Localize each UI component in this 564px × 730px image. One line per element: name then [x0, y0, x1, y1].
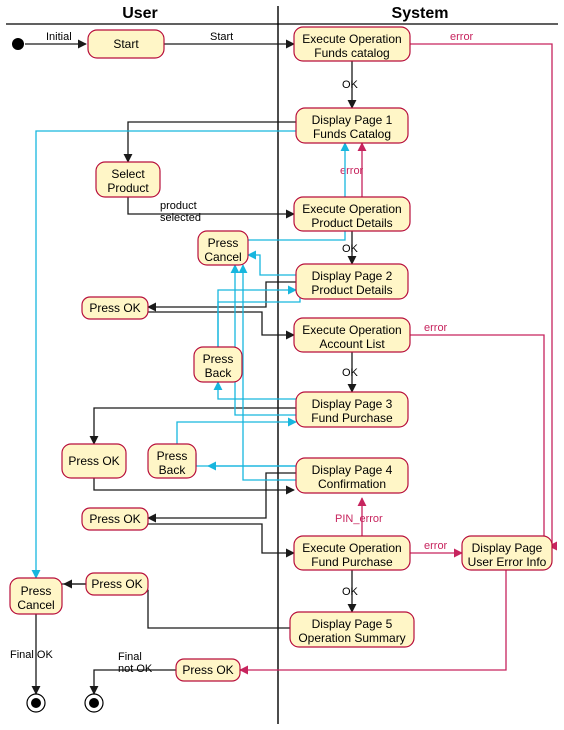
node-press-ok-4-label: Press OK: [91, 577, 142, 591]
node-press-back-1-l1: Press: [203, 352, 234, 366]
node-exec-catalog-l2: Funds catalog: [314, 46, 389, 60]
node-exec-details-l2: Product Details: [311, 216, 392, 230]
node-exec-purchase-l2: Fund Purchase: [311, 555, 393, 569]
node-press-back-2-l1: Press: [157, 449, 188, 463]
node-press-ok-3-label: Press OK: [89, 512, 140, 526]
node-display-p1-l1: Display Page 1: [312, 113, 393, 127]
node-press-ok-2-label: Press OK: [68, 454, 119, 468]
activity-diagram: User System Initial Start OK error produ…: [0, 0, 564, 730]
edge-pin-error: PIN_error: [335, 513, 383, 525]
node-press-ok-err-label: Press OK: [182, 663, 233, 677]
node-display-error-l2: User Error Info: [468, 555, 547, 569]
swimlane-user-title: User: [122, 5, 158, 22]
node-display-p4-l2: Confirmation: [318, 477, 386, 491]
node-exec-catalog-l1: Execute Operation: [302, 32, 401, 46]
node-display-p4-l1: Display Page 4: [312, 463, 393, 477]
node-select-product-l2: Product: [107, 181, 149, 195]
edge-final-ok: Final OK: [10, 649, 53, 661]
node-display-p1-l2: Funds Catalog: [313, 127, 391, 141]
node-display-p3-l2: Fund Purchase: [311, 411, 393, 425]
node-display-p5-l1: Display Page 5: [312, 617, 393, 631]
edge-ok-4: OK: [342, 586, 359, 598]
node-display-p2-l2: Product Details: [311, 283, 392, 297]
node-display-p2-l1: Display Page 2: [312, 269, 393, 283]
node-exec-acct-l1: Execute Operation: [302, 323, 401, 337]
edge-prodsel-2: selected: [160, 212, 201, 224]
node-select-product-l1: Select: [111, 167, 145, 181]
edge-prodsel-1: product: [160, 200, 197, 212]
edge-error-1: error: [450, 31, 474, 43]
edge-start: Start: [210, 31, 233, 43]
node-press-cancel-1-l1: Press: [208, 236, 239, 250]
edge-initial: Initial: [46, 31, 72, 43]
node-start-label: Start: [113, 37, 139, 51]
node-exec-details-l1: Execute Operation: [302, 202, 401, 216]
node-display-error-l1: Display Page: [472, 541, 543, 555]
node-press-back-1-l2: Back: [205, 366, 233, 380]
edge-error-3: error: [424, 322, 448, 334]
edge-error-2: error: [340, 165, 364, 177]
node-press-cancel-1-l2: Cancel: [204, 250, 241, 264]
edge-ok-1: OK: [342, 79, 359, 91]
node-display-p3-l1: Display Page 3: [312, 397, 393, 411]
node-press-cancel-2-l1: Press: [21, 584, 52, 598]
node-exec-purchase-l1: Execute Operation: [302, 541, 401, 555]
node-exec-acct-l2: Account List: [319, 337, 385, 351]
node-display-p5-l2: Operation Summary: [298, 631, 405, 645]
edge-finalnot-1: Final: [118, 651, 142, 663]
swimlane-system-title: System: [392, 5, 449, 22]
edge-ok-3: OK: [342, 367, 359, 379]
edge-ok-2: OK: [342, 243, 359, 255]
node-press-cancel-2-l2: Cancel: [17, 598, 54, 612]
initial-node: [12, 38, 24, 50]
edge-error-4: error: [424, 540, 448, 552]
node-press-ok-1-label: Press OK: [89, 301, 140, 315]
edge-finalnot-2: not OK: [118, 663, 153, 675]
node-press-back-2-l2: Back: [159, 463, 187, 477]
